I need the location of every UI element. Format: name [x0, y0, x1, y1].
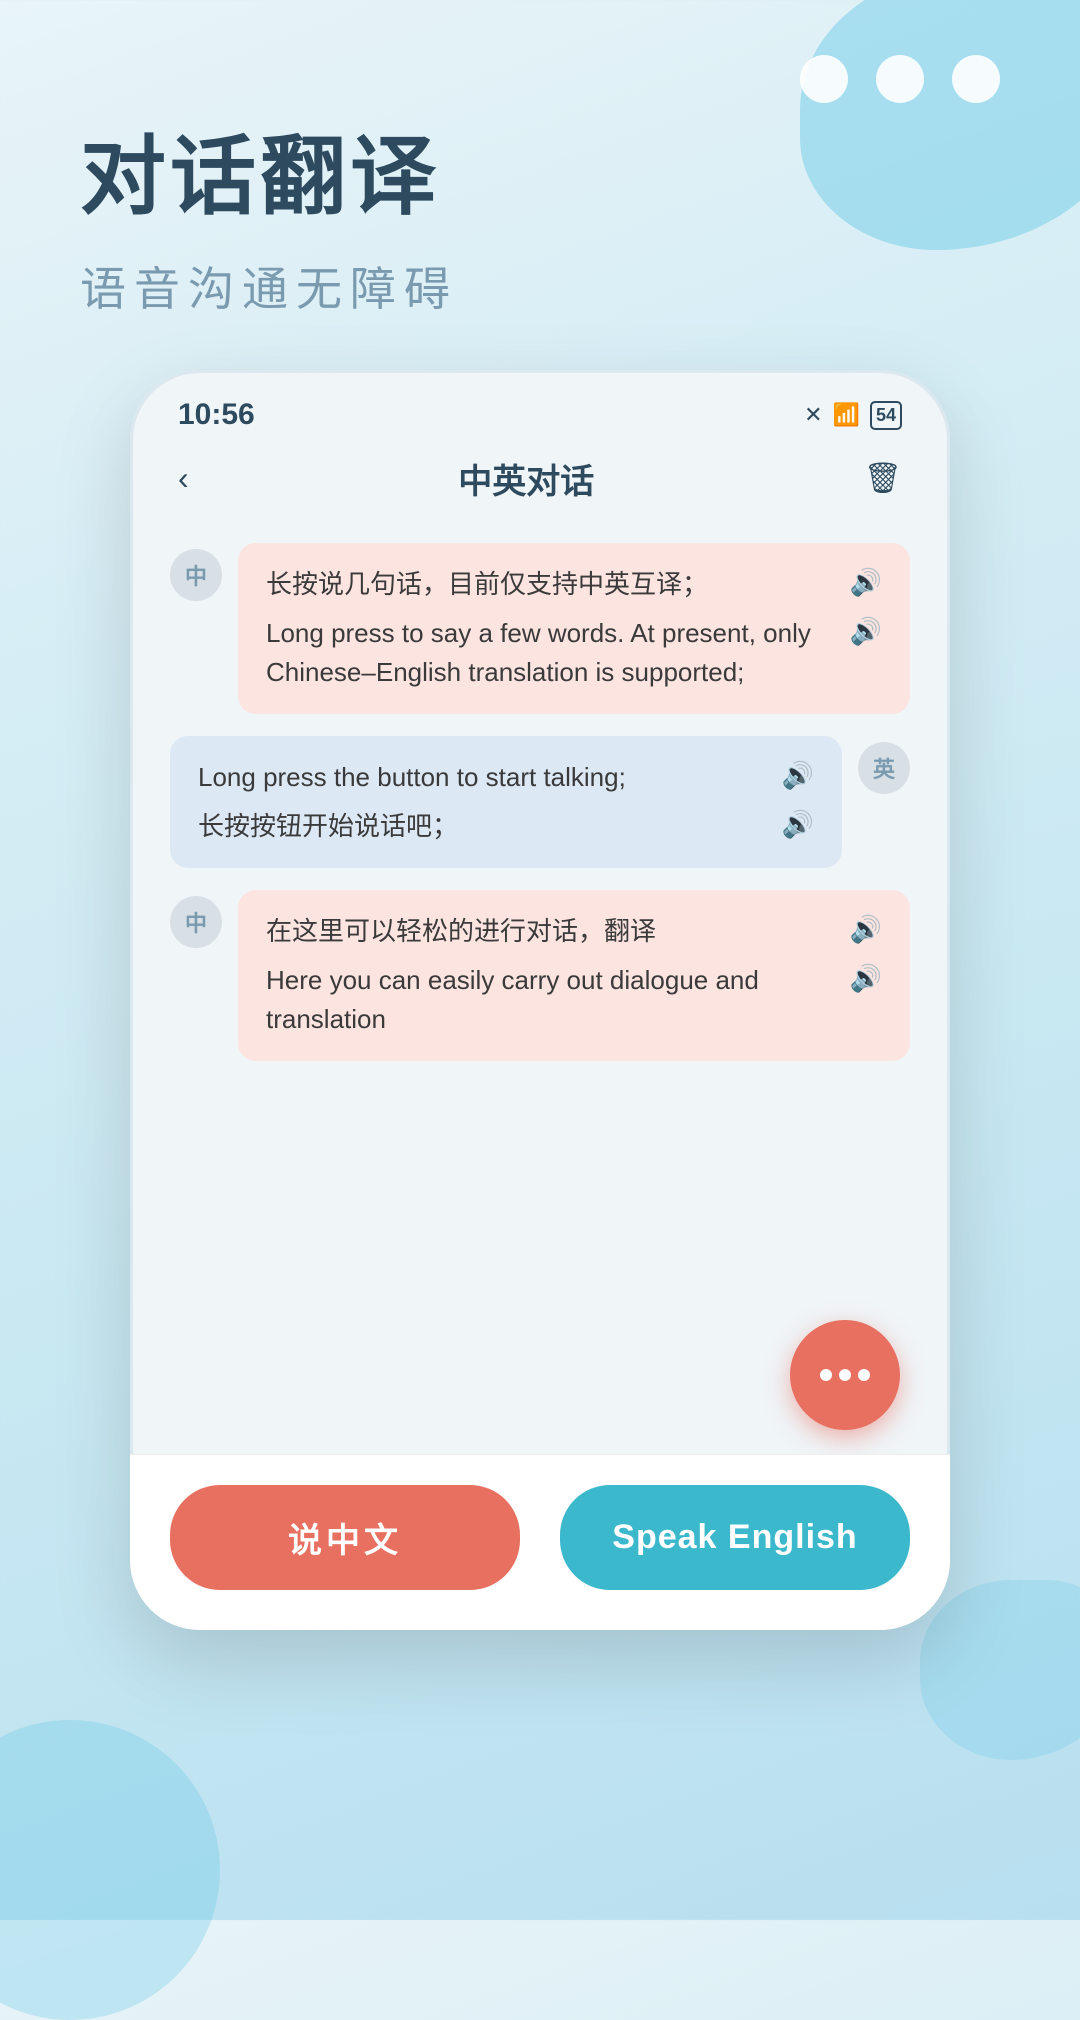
avatar-zhong-2: 中 [170, 896, 222, 948]
bubble-text-2a: Long press the button to start talking; [198, 758, 782, 797]
bubble-pink-2: 在这里可以轻松的进行对话，翻译 🔊 Here you can easily ca… [238, 890, 910, 1061]
message-3: 中 在这里可以轻松的进行对话，翻译 🔊 Here you can easily … [170, 890, 910, 1061]
status-icons: ✕ 📶 54 [804, 401, 902, 430]
avatar-zhong-1: 中 [170, 549, 222, 601]
nav-bar: ‹ 中英对话 🗑 [130, 444, 950, 523]
avatar-ying-1: 英 [858, 742, 910, 794]
back-button[interactable]: ‹ [178, 460, 189, 497]
speak-english-button[interactable]: Speak English [560, 1485, 910, 1590]
chat-area: 中 长按说几句话，目前仅支持中英互译； 🔊 Long press to say … [130, 523, 950, 1081]
bubble-text-3a: 在这里可以轻松的进行对话，翻译 [266, 912, 850, 951]
phone-mockup: 10:56 ✕ 📶 54 ‹ 中英对话 🗑 中 长按说几句话，目前仅支持中英互译… [130, 370, 950, 1630]
sound-icon-1a[interactable]: 🔊 [850, 567, 882, 598]
sound-icon-3b[interactable]: 🔊 [850, 963, 882, 994]
bubble-text-1b: Long press to say a few words. At presen… [266, 614, 850, 692]
float-dot-1 [820, 1369, 832, 1381]
bubble-line-3a: 在这里可以轻松的进行对话，翻译 🔊 [266, 912, 882, 951]
sound-icon-2a[interactable]: 🔊 [782, 760, 814, 791]
sound-icon-1b[interactable]: 🔊 [850, 616, 882, 647]
float-dot-3 [858, 1369, 870, 1381]
bubble-pink-1: 长按说几句话，目前仅支持中英互译； 🔊 Long press to say a … [238, 543, 910, 714]
bubble-blue-1: Long press the button to start talking; … [170, 736, 842, 868]
wifi-icon: 📶 [833, 402, 860, 428]
speak-chinese-button[interactable]: 说中文 [170, 1485, 520, 1590]
status-bar: 10:56 ✕ 📶 54 [130, 370, 950, 444]
blob-dot-3 [952, 55, 1000, 103]
bubble-line-2a: Long press the button to start talking; … [198, 758, 814, 797]
sim-icon: ✕ [804, 402, 822, 428]
float-dot-2 [839, 1369, 851, 1381]
floating-chat-button[interactable] [790, 1320, 900, 1430]
blob-decoration-bottom-left [0, 1720, 220, 2020]
bubble-line-2b: 长按按钮开始说话吧； 🔊 [198, 807, 814, 846]
bottom-bar: 说中文 Speak English [130, 1454, 950, 1630]
sound-icon-3a[interactable]: 🔊 [850, 914, 882, 945]
hero-subtitle: 语音沟通无障碍 [80, 253, 458, 319]
bubble-text-3b: Here you can easily carry out dialogue a… [266, 961, 850, 1039]
chat-dots [820, 1369, 870, 1381]
hero-title: 对话翻译 [80, 130, 458, 225]
blob-dot-1 [800, 55, 848, 103]
bubble-line-1a: 长按说几句话，目前仅支持中英互译； 🔊 [266, 565, 882, 604]
battery-icon: 54 [870, 401, 902, 430]
bubble-text-2b: 长按按钮开始说话吧； [198, 807, 782, 846]
message-2: 英 Long press the button to start talking… [170, 736, 910, 868]
nav-title: 中英对话 [458, 454, 594, 503]
blob-dots-decoration [800, 55, 1000, 103]
status-time: 10:56 [178, 398, 255, 432]
trash-button[interactable]: 🗑 [864, 461, 902, 496]
bubble-line-1b: Long press to say a few words. At presen… [266, 614, 882, 692]
blob-dot-2 [876, 55, 924, 103]
bubble-line-3b: Here you can easily carry out dialogue a… [266, 961, 882, 1039]
bubble-text-1a: 长按说几句话，目前仅支持中英互译； [266, 565, 850, 604]
message-1: 中 长按说几句话，目前仅支持中英互译； 🔊 Long press to say … [170, 543, 910, 714]
blob-decoration-top [800, 0, 1080, 250]
hero-section: 对话翻译 语音沟通无障碍 [80, 130, 458, 319]
sound-icon-2b[interactable]: 🔊 [782, 809, 814, 840]
